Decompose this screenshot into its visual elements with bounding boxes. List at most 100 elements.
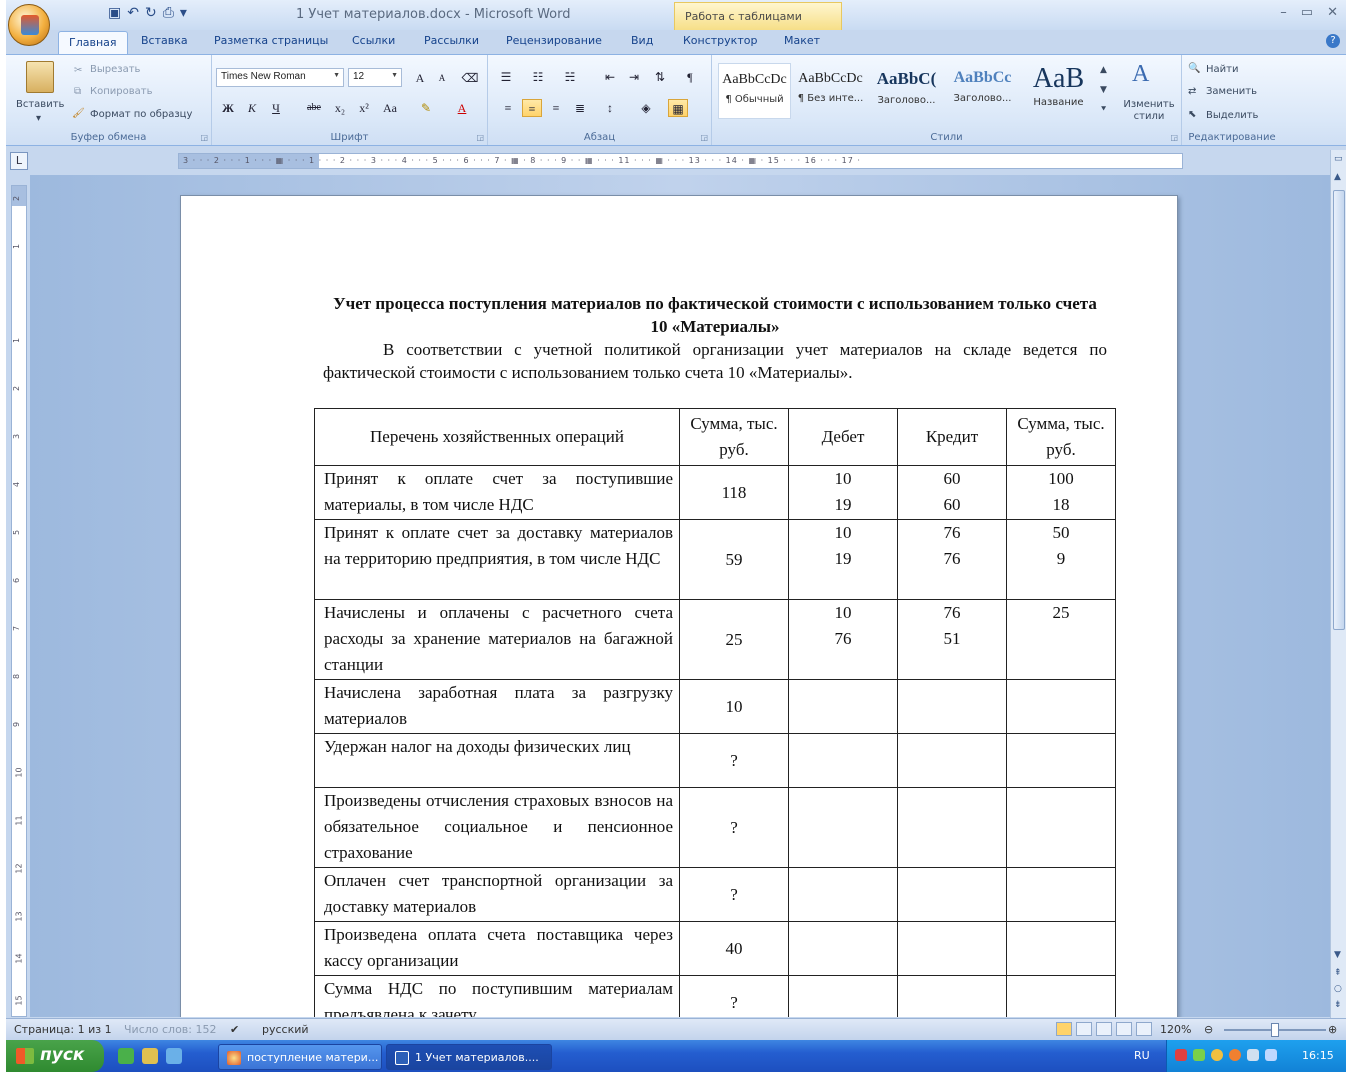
tray-icon[interactable] <box>1229 1049 1241 1061</box>
amount-cell[interactable] <box>1006 787 1116 868</box>
paste-icon[interactable] <box>26 61 54 93</box>
tab-page-layout[interactable]: Разметка страницы <box>214 34 328 47</box>
split-icon[interactable]: ▭ <box>1334 154 1343 164</box>
debit-cell[interactable]: 10 19 <box>788 519 898 600</box>
debit-cell[interactable] <box>788 679 898 734</box>
credit-cell[interactable]: 76 76 <box>897 519 1007 600</box>
credit-cell[interactable] <box>897 867 1007 922</box>
style-title[interactable]: AaB Название <box>1022 63 1095 119</box>
tab-references[interactable]: Ссылки <box>352 34 395 47</box>
draft-view-icon[interactable] <box>1136 1022 1152 1036</box>
vertical-scrollbar[interactable]: ▭ ▲ ▼ ⇞ ○ ⇟ <box>1330 150 1346 1018</box>
scrollbar-thumb[interactable] <box>1333 190 1345 630</box>
zoom-in-icon[interactable]: ⊕ <box>1328 1023 1337 1036</box>
increase-indent-icon[interactable]: ⇥ <box>624 68 644 86</box>
align-left-icon[interactable]: ≡ <box>498 99 518 117</box>
highlight-icon[interactable]: ✎ <box>416 99 436 117</box>
debit-cell[interactable] <box>788 975 898 1017</box>
taskbar-item-browser[interactable]: поступление матери... <box>218 1044 382 1070</box>
credit-cell[interactable]: 60 60 <box>897 465 1007 520</box>
replace-icon[interactable]: ⇄ <box>1188 86 1196 97</box>
amount-cell[interactable]: 100 18 <box>1006 465 1116 520</box>
outline-view-icon[interactable] <box>1116 1022 1132 1036</box>
debit-cell[interactable] <box>788 867 898 922</box>
format-painter-icon[interactable]: 🖌 <box>72 108 85 119</box>
amount-cell[interactable] <box>1006 867 1116 922</box>
sort-icon[interactable]: ⇅ <box>650 68 670 86</box>
word-count[interactable]: Число слов: 152 <box>124 1023 217 1036</box>
horizontal-ruler[interactable]: 3 · · · 2 · · · 1 · · · ▦ · · · 1 · · · … <box>178 153 1183 169</box>
redo-icon[interactable]: ↻ <box>145 5 157 21</box>
scroll-down-icon[interactable]: ▼ <box>1334 950 1341 960</box>
decrease-indent-icon[interactable]: ⇤ <box>600 68 620 86</box>
style-heading-2[interactable]: AaBbCc Заголово... <box>946 63 1019 119</box>
spell-check-icon[interactable]: ✔ <box>230 1023 239 1036</box>
replace-button[interactable]: Заменить <box>1206 86 1257 97</box>
find-icon[interactable]: 🔍 <box>1188 63 1200 74</box>
justify-icon[interactable]: ≣ <box>570 99 590 117</box>
operation-cell[interactable]: Сумма НДС по поступившим материалам пред… <box>314 975 680 1017</box>
font-color-icon[interactable]: A <box>452 99 472 117</box>
style-heading-1[interactable]: AaBbC( Заголово... <box>870 63 943 119</box>
tab-layout[interactable]: Макет <box>784 34 820 47</box>
italic-button[interactable]: К <box>242 99 262 117</box>
font-name-combo[interactable]: Times New Roman ▼ <box>216 68 344 87</box>
clear-format-icon[interactable]: ⌫ <box>460 69 480 87</box>
underline-button[interactable]: Ч <box>266 99 286 117</box>
style-normal[interactable]: AaBbCcDc ¶ Обычный <box>718 63 791 119</box>
credit-cell[interactable] <box>897 787 1007 868</box>
shading-icon[interactable]: ◈ <box>636 99 656 117</box>
office-button[interactable] <box>8 4 50 46</box>
sum-cell[interactable]: 40 <box>679 921 789 976</box>
find-button[interactable]: Найти <box>1206 64 1238 75</box>
quick-launch-icon[interactable] <box>142 1048 158 1064</box>
sum-cell[interactable]: ? <box>679 733 789 788</box>
taskbar-item-word[interactable]: 1 Учет материалов.... <box>386 1044 552 1070</box>
operation-cell[interactable]: Удержан налог на доходы физических лиц <box>314 733 680 788</box>
format-painter-button[interactable]: Формат по образцу <box>90 109 192 120</box>
style-no-spacing[interactable]: AaBbCcDc ¶ Без инте... <box>794 63 867 119</box>
zoom-out-icon[interactable]: ⊖ <box>1204 1023 1213 1036</box>
tab-home[interactable]: Главная <box>58 31 128 55</box>
operation-cell[interactable]: Произведена оплата счета поставщика чере… <box>314 921 680 976</box>
sum-cell[interactable]: ? <box>679 787 789 868</box>
print-layout-view-icon[interactable] <box>1056 1022 1072 1036</box>
cut-icon[interactable]: ✂ <box>74 65 82 76</box>
credit-cell[interactable] <box>897 921 1007 976</box>
debit-cell[interactable] <box>788 733 898 788</box>
sum-cell[interactable]: 10 <box>679 679 789 734</box>
browse-object-icon[interactable]: ○ <box>1334 984 1342 994</box>
sum-cell[interactable]: ? <box>679 867 789 922</box>
bold-button[interactable]: Ж <box>218 99 238 117</box>
tab-design[interactable]: Конструктор <box>683 34 757 47</box>
show-formatting-icon[interactable]: ¶ <box>680 68 700 86</box>
styles-scroll-up-icon[interactable]: ▲ <box>1100 65 1107 75</box>
credit-cell[interactable] <box>897 679 1007 734</box>
copy-icon[interactable]: ⧉ <box>74 86 81 97</box>
operation-cell[interactable]: Начислены и оплачены с расчетного счета … <box>314 599 680 680</box>
undo-icon[interactable]: ↶ <box>127 5 139 21</box>
clipboard-launcher-icon[interactable]: ◲ <box>200 133 208 142</box>
scroll-up-icon[interactable]: ▲ <box>1334 172 1341 182</box>
minimize-button[interactable]: – <box>1280 5 1287 20</box>
change-case-button[interactable]: Aa <box>380 99 400 117</box>
tray-icon[interactable] <box>1175 1049 1187 1061</box>
debit-cell[interactable]: 10 76 <box>788 599 898 680</box>
operation-cell[interactable]: Начислена заработная плата за разгрузку … <box>314 679 680 734</box>
styles-more-icon[interactable]: ⯆ <box>1100 105 1107 115</box>
operation-cell[interactable]: Оплачен счет транспортной организации за… <box>314 867 680 922</box>
zoom-level[interactable]: 120% <box>1160 1023 1191 1036</box>
superscript-button[interactable]: x² <box>354 99 374 117</box>
tray-icon[interactable] <box>1211 1049 1223 1061</box>
align-center-icon[interactable]: ≡ <box>522 99 542 117</box>
quick-launch-icon[interactable] <box>118 1048 134 1064</box>
change-styles-button[interactable]: Изменить стили <box>1120 99 1178 123</box>
full-screen-view-icon[interactable] <box>1076 1022 1092 1036</box>
amount-cell[interactable] <box>1006 975 1116 1017</box>
help-icon[interactable]: ? <box>1326 34 1340 48</box>
tray-icon[interactable] <box>1193 1049 1205 1061</box>
tab-view[interactable]: Вид <box>631 34 653 47</box>
styles-launcher-icon[interactable]: ◲ <box>1170 133 1178 142</box>
next-page-icon[interactable]: ⇟ <box>1334 1000 1342 1010</box>
web-layout-view-icon[interactable] <box>1096 1022 1112 1036</box>
